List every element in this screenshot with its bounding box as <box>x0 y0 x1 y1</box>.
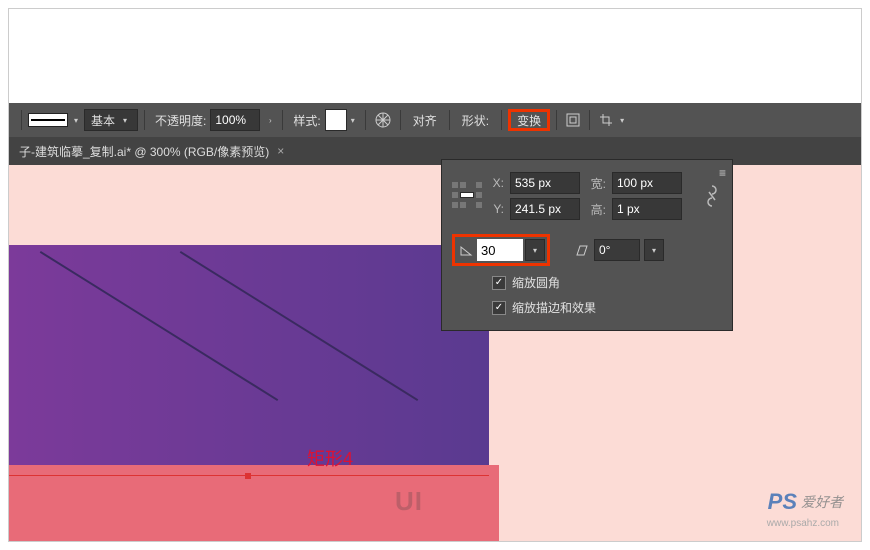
x-input[interactable] <box>510 172 580 194</box>
isolate-icon[interactable] <box>563 110 583 130</box>
w-label: 宽: <box>586 175 606 192</box>
angle-icon <box>457 243 475 257</box>
separator <box>556 110 557 130</box>
scale-corners-row[interactable]: ✓ 缩放圆角 <box>492 274 722 291</box>
chevron-down-icon[interactable]: ▾ <box>347 114 359 126</box>
checkbox-checked-icon[interactable]: ✓ <box>492 301 506 315</box>
style-swatch[interactable] <box>325 109 347 131</box>
separator <box>282 110 283 130</box>
opacity-input[interactable] <box>210 109 260 131</box>
separator <box>501 110 502 130</box>
panel-menu-icon[interactable]: ≡ <box>719 166 726 180</box>
x-label: X: <box>484 176 504 190</box>
y-input[interactable] <box>510 198 580 220</box>
shape-button[interactable]: 形状: <box>456 109 495 131</box>
separator <box>449 110 450 130</box>
opacity-stepper[interactable]: › <box>264 114 276 126</box>
chevron-down-icon[interactable]: ▾ <box>616 114 628 126</box>
height-input[interactable] <box>612 198 682 220</box>
chevron-down-icon[interactable]: ▾ <box>70 114 82 126</box>
transform-button[interactable]: 变换 <box>508 109 550 131</box>
separator <box>21 110 22 130</box>
checkbox-checked-icon[interactable]: ✓ <box>492 276 506 290</box>
rotation-highlight: ▾ <box>452 234 550 266</box>
watermark-brand: PS 爱好者 <box>768 489 843 515</box>
chevron-down-icon: ▾ <box>119 114 131 126</box>
shear-input[interactable] <box>594 239 640 261</box>
h-label: 高: <box>586 201 606 218</box>
close-icon[interactable]: × <box>277 144 284 158</box>
link-constrain-icon[interactable] <box>702 176 722 216</box>
stroke-profile-select[interactable]: 基本 ▾ <box>84 109 138 131</box>
style-label: 样式: <box>293 112 320 129</box>
options-toolbar: ▾ 基本 ▾ 不透明度: › 样式: ▾ 对齐 形状: 变换 <box>9 103 861 137</box>
shear-icon <box>572 243 590 257</box>
watermark-url: www.psahz.com <box>767 518 839 529</box>
selection-handle[interactable] <box>245 473 251 479</box>
reference-point-grid[interactable] <box>452 182 480 210</box>
opacity-label: 不透明度: <box>155 112 206 129</box>
separator <box>144 110 145 130</box>
crop-icon[interactable] <box>596 110 616 130</box>
recolor-artwork-icon[interactable] <box>372 109 394 131</box>
scale-corners-label: 缩放圆角 <box>512 274 560 291</box>
stroke-profile-label: 基本 <box>91 112 115 129</box>
pink-shape <box>9 465 499 541</box>
rotation-input[interactable] <box>477 239 523 261</box>
separator <box>365 110 366 130</box>
document-tab-bar: 子-建筑临摹_复制.ai* @ 300% (RGB/像素预览) × <box>9 137 861 165</box>
separator <box>589 110 590 130</box>
document-tab[interactable]: 子-建筑临摹_复制.ai* @ 300% (RGB/像素预览) × <box>13 137 290 165</box>
stroke-preview[interactable]: ▾ <box>28 113 82 127</box>
width-input[interactable] <box>612 172 682 194</box>
align-button[interactable]: 对齐 <box>407 109 443 131</box>
scale-strokes-row[interactable]: ✓ 缩放描边和效果 <box>492 299 722 316</box>
shear-dropdown[interactable]: ▾ <box>644 239 664 261</box>
y-label: Y: <box>484 202 504 216</box>
watermark-center: UI <box>395 486 423 517</box>
shape-label: 矩形4 <box>307 445 353 471</box>
transform-panel: ≡ X: 宽: Y: 高: <box>441 159 733 331</box>
scale-strokes-label: 缩放描边和效果 <box>512 299 596 316</box>
rotation-dropdown[interactable]: ▾ <box>525 239 545 261</box>
separator <box>400 110 401 130</box>
canvas[interactable]: 矩形4 <box>9 165 861 541</box>
document-title: 子-建筑临摹_复制.ai* @ 300% (RGB/像素预览) <box>19 143 269 160</box>
